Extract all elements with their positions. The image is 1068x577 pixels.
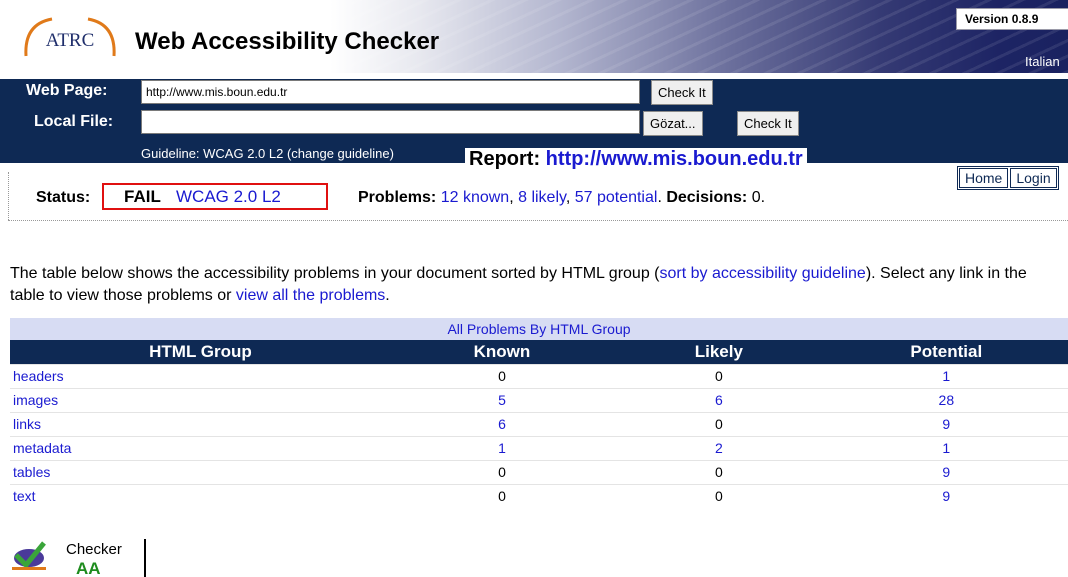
group-link[interactable]: headers	[13, 368, 64, 384]
view-all-problems-link[interactable]: view all the problems	[236, 287, 385, 304]
potential-count-link[interactable]: 28	[939, 392, 955, 408]
badge-aa-text: AA	[76, 559, 101, 577]
login-link[interactable]: Login	[1010, 168, 1057, 188]
web-page-url-input[interactable]	[141, 80, 640, 104]
likely-count: 0	[613, 483, 825, 508]
known-count: 0	[390, 363, 614, 388]
decisions-label: Decisions:	[666, 189, 748, 206]
table-row: images 5 6 28	[10, 387, 1068, 412]
col-header-html-group: HTML Group	[10, 340, 391, 364]
badge-checker-text: Checker	[66, 541, 122, 558]
guideline-suffix: )	[389, 146, 394, 161]
table-row: tables 0 0 9	[10, 459, 1068, 484]
col-header-likely: Likely	[613, 340, 825, 364]
problems-by-group-table: All Problems By HTML Group HTML Group Kn…	[10, 318, 1068, 508]
table-row: headers 0 0 1	[10, 363, 1068, 388]
likely-count-link[interactable]: 6	[715, 392, 723, 408]
change-guideline-link[interactable]: change guideline	[291, 146, 389, 161]
top-nav: Home Login	[957, 166, 1059, 190]
group-link[interactable]: images	[13, 392, 58, 408]
check-file-button[interactable]: Check It	[737, 111, 799, 136]
known-problems-link[interactable]: 12 known	[441, 189, 510, 206]
language-link-italian[interactable]: Italian	[1025, 54, 1060, 69]
report-title: Report: http://www.mis.boun.edu.tr	[465, 148, 807, 172]
likely-count: 0	[613, 411, 825, 436]
table-header-row: HTML Group Known Likely Potential	[10, 340, 1068, 364]
web-page-label: Web Page:	[26, 82, 108, 99]
table-row: links 6 0 9	[10, 411, 1068, 436]
intro-text-1: The table below shows the accessibility …	[10, 265, 660, 282]
col-header-known: Known	[390, 340, 614, 364]
table-row: metadata 1 2 1	[10, 435, 1068, 460]
problems-label: Problems:	[358, 189, 437, 206]
intro-paragraph: The table below shows the accessibility …	[10, 263, 1050, 307]
intro-text-3: .	[385, 287, 390, 304]
atrc-logo-text: ATRC	[46, 30, 95, 51]
known-count: 0	[390, 459, 614, 484]
table-caption: All Problems By HTML Group	[10, 318, 1068, 340]
known-count-link[interactable]: 5	[498, 392, 506, 408]
guideline-note: Guideline: WCAG 2.0 L2 (change guideline…	[141, 146, 394, 161]
col-header-potential: Potential	[824, 340, 1068, 364]
likely-count: 0	[613, 363, 825, 388]
known-count: 0	[390, 483, 614, 508]
header-banner: ATRC Web Accessibility Checker Version 0…	[0, 0, 1068, 73]
report-url-link[interactable]: http://www.mis.boun.edu.tr	[546, 148, 803, 170]
problems-summary: Problems: 12 known, 8 likely, 57 potenti…	[358, 189, 766, 206]
guideline-prefix: Guideline: WCAG 2.0 L2 (	[141, 146, 292, 161]
local-file-label: Local File:	[34, 113, 114, 130]
atrc-logo[interactable]: ATRC	[18, 16, 122, 60]
version-label: Version 0.8.9	[965, 12, 1039, 26]
decisions-value: 0.	[751, 189, 766, 206]
status-divider	[8, 220, 1068, 221]
group-link[interactable]: text	[13, 488, 36, 504]
table-row: text 0 0 9	[10, 483, 1068, 508]
potential-count-link[interactable]: 9	[942, 416, 950, 432]
version-box: Version 0.8.9	[956, 8, 1068, 30]
home-link[interactable]: Home	[959, 168, 1009, 188]
potential-count-link[interactable]: 1	[942, 368, 950, 384]
potential-count-link[interactable]: 9	[942, 488, 950, 504]
likely-problems-link[interactable]: 8 likely	[518, 189, 566, 206]
status-left-border	[8, 172, 9, 220]
group-link[interactable]: metadata	[13, 440, 71, 456]
browse-button[interactable]: Gözat...	[643, 111, 703, 136]
potential-count-link[interactable]: 9	[942, 464, 950, 480]
status-result: FAIL	[124, 187, 161, 206]
status-guideline-link[interactable]: WCAG 2.0 L2	[176, 187, 281, 207]
potential-problems-link[interactable]: 57 potential	[575, 189, 658, 206]
group-link[interactable]: links	[13, 416, 41, 432]
known-count-link[interactable]: 6	[498, 416, 506, 432]
checker-aa-badge[interactable]: Checker AA	[10, 537, 147, 577]
likely-count: 0	[613, 459, 825, 484]
status-label: Status:	[36, 189, 91, 206]
group-link[interactable]: tables	[13, 464, 50, 480]
check-url-button[interactable]: Check It	[651, 80, 713, 105]
potential-count-link[interactable]: 1	[942, 440, 950, 456]
likely-count-link[interactable]: 2	[715, 440, 723, 456]
report-label: Report:	[469, 148, 541, 170]
local-file-input[interactable]	[141, 110, 640, 134]
known-count-link[interactable]: 1	[498, 440, 506, 456]
sort-by-guideline-link[interactable]: sort by accessibility guideline	[659, 265, 865, 282]
app-title: Web Accessibility Checker	[135, 28, 440, 55]
